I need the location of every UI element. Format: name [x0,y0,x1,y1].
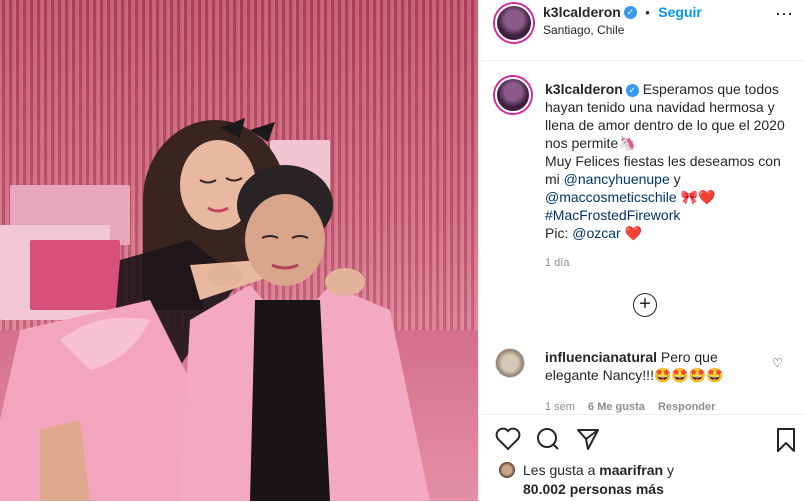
caption-text-3: y [673,171,681,187]
mention-link[interactable]: @ozcar [572,225,620,241]
follow-button[interactable]: Seguir [658,4,702,20]
mention-link[interactable]: @nancyhuenupe [564,171,670,187]
likes-summary: Les gusta a maarifran y 80.002 personas … [523,461,793,499]
caption-avatar[interactable] [495,77,531,113]
verified-icon: ✓ [623,6,637,20]
comment-likes[interactable]: 6 Me gusta [588,401,645,413]
author-username[interactable]: k3lcalderon [543,4,621,20]
caption-username[interactable]: k3lcalderon [545,81,623,97]
more-options-icon[interactable]: ⋯ [775,4,793,25]
bookmark-icon[interactable] [775,427,797,453]
load-more-comments-button[interactable]: + [633,293,657,317]
likes-prefix: Les gusta a [523,462,596,478]
liker-username[interactable]: maarifran [599,462,663,478]
woman-center [180,165,430,501]
commenter-avatar[interactable] [495,348,525,378]
author-avatar[interactable] [495,4,533,42]
post-header: k3lcalderon ✓ • Seguir Santiago, Chile ⋯ [479,0,805,61]
post-panel: k3lcalderon ✓ • Seguir Santiago, Chile ⋯ … [478,0,805,501]
caption-time[interactable]: 1 día [545,254,790,272]
hashtag-link[interactable]: #MacFrostedFirework [545,207,680,223]
comment-like-icon[interactable]: ♡ [772,356,783,370]
caption: k3lcalderon ✓ Esperamos que todos hayan t… [545,80,790,272]
location-link[interactable]: Santiago, Chile [543,23,624,37]
comment-icon[interactable] [535,427,561,451]
post-photo[interactable] [0,0,478,501]
verified-icon: ✓ [625,83,639,97]
comment-username[interactable]: influencianatural [545,349,657,365]
reply-button[interactable]: Responder [658,401,715,413]
comment: influencianatural Pero que elegante Nanc… [545,348,775,416]
caption-emoji: ❤️ [624,225,643,241]
pic-label: Pic: [545,225,569,241]
likes-connector: y [666,462,674,478]
separator-dot: • [645,5,650,20]
heart-icon[interactable] [495,427,521,451]
liker-avatar[interactable] [499,462,515,478]
comment-time[interactable]: 1 sem [545,401,575,413]
share-icon[interactable] [575,427,601,451]
mention-link[interactable]: @maccosmeticschile [545,189,677,205]
caption-emoji: 🎀❤️ [680,189,716,205]
action-bar: Les gusta a maarifran y 80.002 personas … [479,414,805,502]
likes-count[interactable]: 80.002 personas más [523,481,664,497]
